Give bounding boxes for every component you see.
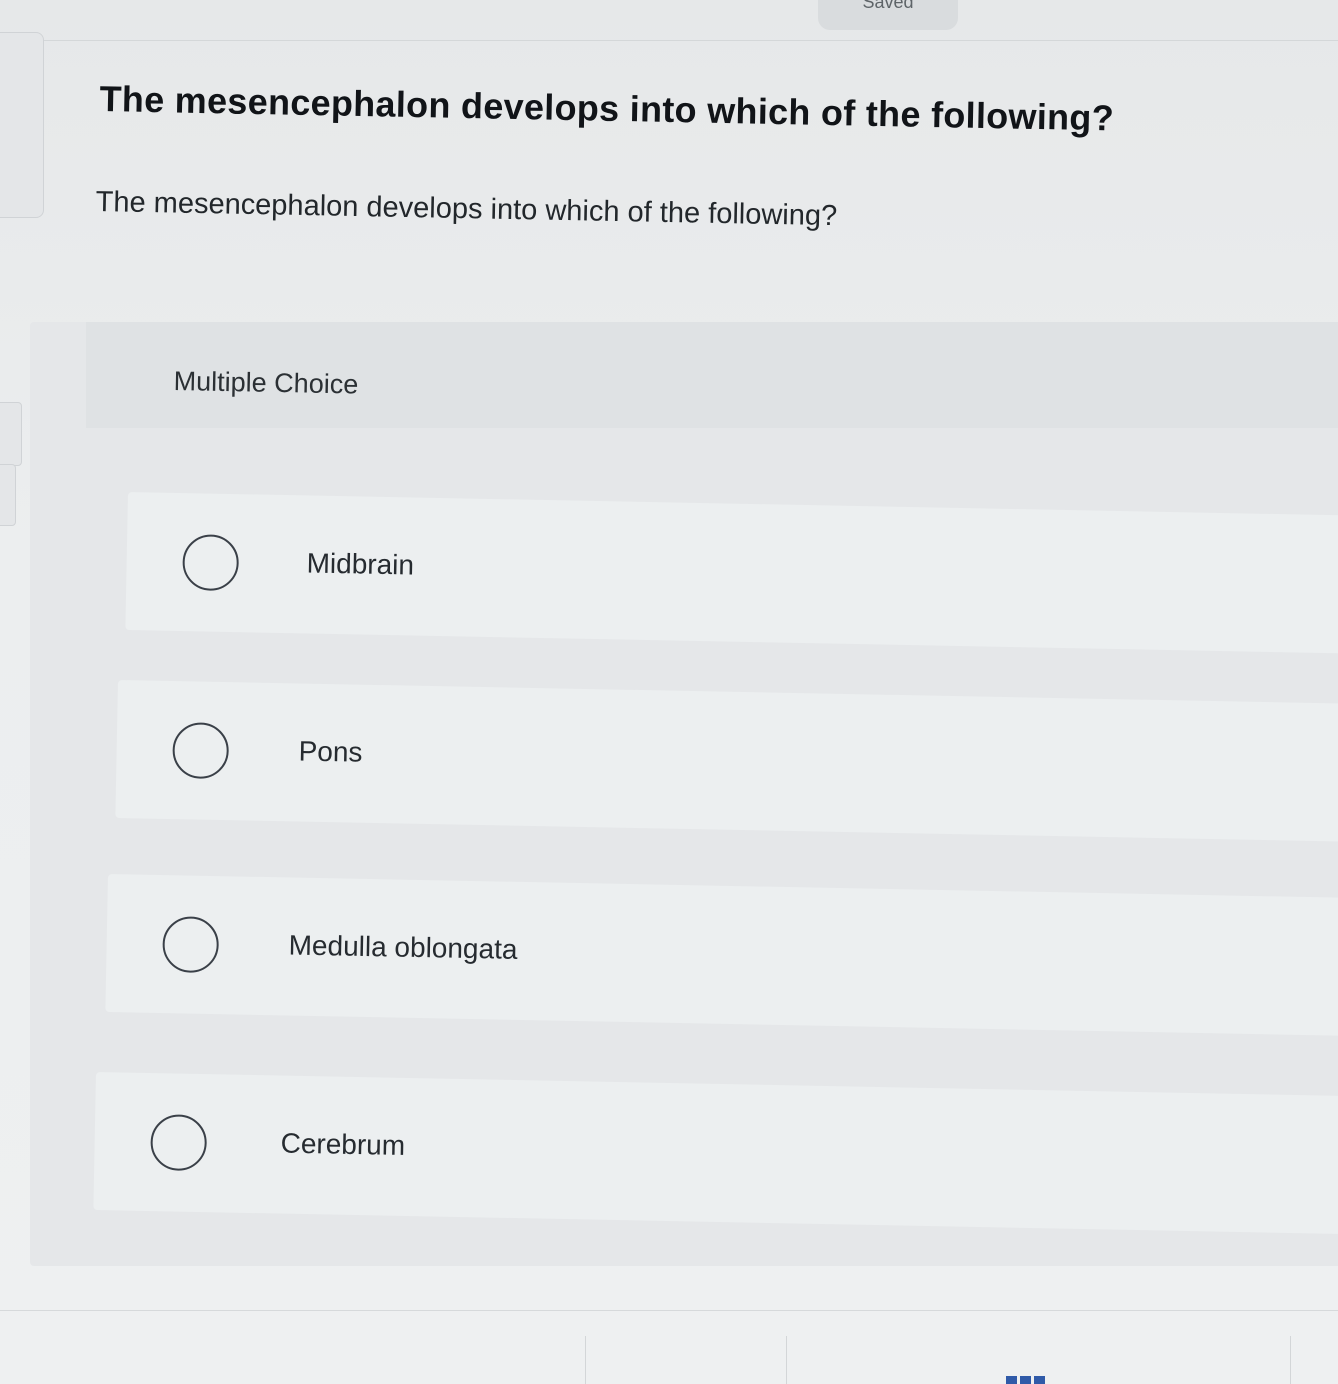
- answer-option-pons[interactable]: Pons: [115, 680, 1338, 843]
- bottom-navigation-bar: [585, 1336, 1296, 1384]
- answer-option-label: Cerebrum: [280, 1127, 406, 1161]
- saved-status-badge: Saved: [818, 0, 958, 30]
- answer-option-label: Midbrain: [306, 547, 415, 581]
- left-panel-tab-small[interactable]: [0, 402, 22, 466]
- left-panel-tab[interactable]: [0, 32, 44, 218]
- radio-button[interactable]: [182, 534, 240, 592]
- top-divider: [0, 40, 1338, 41]
- question-page: Saved The mesencephalon develops into wh…: [0, 0, 1338, 1384]
- radio-button[interactable]: [162, 916, 220, 974]
- bottom-divider: [0, 1310, 1338, 1311]
- grid-icon[interactable]: [1006, 1376, 1046, 1384]
- bottom-nav-separator: [786, 1336, 787, 1384]
- bottom-nav-separator: [1290, 1336, 1291, 1384]
- radio-button[interactable]: [172, 722, 230, 780]
- answer-option-midbrain[interactable]: Midbrain: [125, 492, 1338, 655]
- answer-option-cerebrum[interactable]: Cerebrum: [93, 1072, 1338, 1235]
- left-panel-tab-small[interactable]: [0, 464, 16, 526]
- question-prompt: The mesencephalon develops into which of…: [95, 186, 838, 233]
- question-title: The mesencephalon develops into which of…: [99, 78, 1115, 139]
- answer-option-label: Medulla oblongata: [288, 929, 518, 965]
- answer-option-label: Pons: [298, 735, 363, 768]
- radio-button[interactable]: [150, 1114, 208, 1172]
- answer-option-medulla-oblongata[interactable]: Medulla oblongata: [105, 874, 1338, 1037]
- question-type-label: Multiple Choice: [173, 366, 359, 400]
